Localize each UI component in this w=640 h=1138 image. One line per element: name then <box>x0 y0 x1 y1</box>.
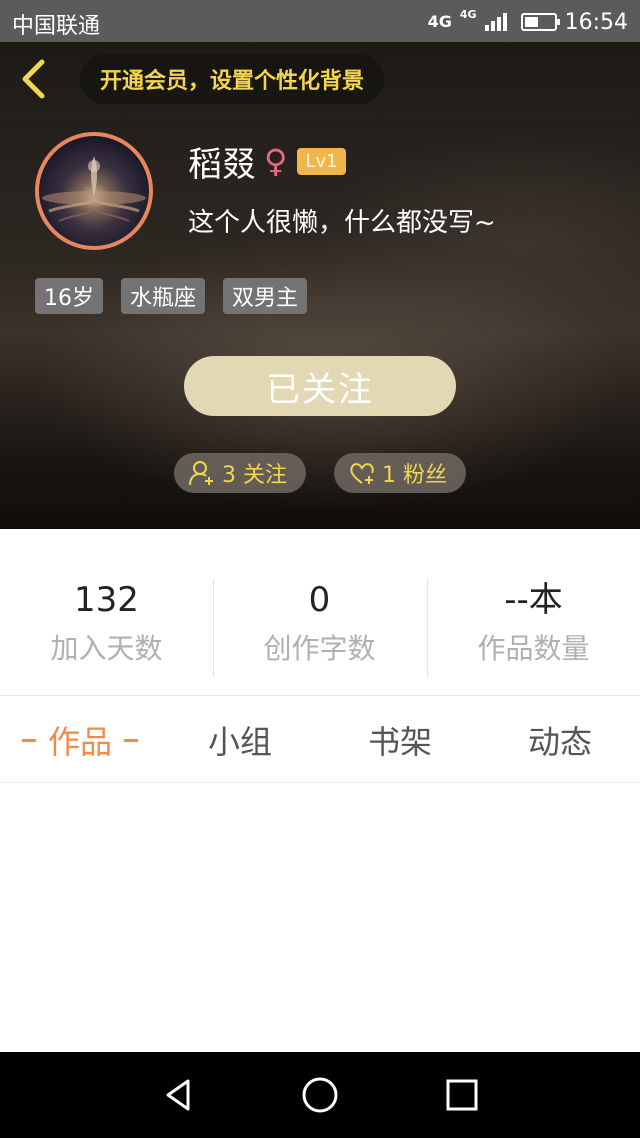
social-counts: 3 关注 1 粉丝 <box>0 453 640 493</box>
avatar[interactable] <box>35 132 153 250</box>
tab-label: 作品 <box>47 723 112 761</box>
following-count-text: 3 关注 <box>222 463 287 488</box>
profile-tabs: 作品 小组 书架 动态 <box>0 697 640 783</box>
active-tab-indicator <box>124 738 138 742</box>
clock: 16:54 <box>564 9 628 35</box>
back-triangle-icon <box>166 1079 190 1111</box>
female-gender-icon: ♀ <box>264 142 288 180</box>
vip-background-prompt[interactable]: 开通会员，设置个性化背景 <box>80 54 385 104</box>
tab-bookshelf[interactable]: 书架 <box>320 697 480 783</box>
status-indicators: 4G 4G 16:54 <box>428 7 628 37</box>
network-type: 4G <box>427 12 452 31</box>
battery-level <box>524 17 538 27</box>
active-tab-indicator <box>21 738 36 742</box>
carrier-name: 中国联通 <box>12 14 101 39</box>
system-nav-bar <box>0 1052 640 1138</box>
tag-age: 16岁 <box>35 278 103 314</box>
stat-label: 作品数量 <box>477 632 590 665</box>
nav-back-button[interactable] <box>158 1075 198 1115</box>
stat-words-written: 0 创作字数 <box>213 579 426 667</box>
nav-recents-button[interactable] <box>442 1075 482 1115</box>
user-add-icon <box>189 461 213 486</box>
tag-preference: 双男主 <box>223 278 308 314</box>
tab-content-area <box>0 784 640 1052</box>
stat-label: 创作字数 <box>263 632 376 665</box>
signal-icon <box>484 13 507 31</box>
status-bar: 中国联通 4G 4G 16:54 <box>0 0 640 42</box>
tab-label: 动态 <box>527 723 592 761</box>
tab-label: 小组 <box>207 723 272 761</box>
user-bio: 这个人很懒，什么都没写~ <box>188 208 496 238</box>
nav-home-button[interactable] <box>300 1075 340 1115</box>
tab-label: 书架 <box>367 723 432 761</box>
avatar-image <box>42 156 146 222</box>
follow-button[interactable]: 已关注 <box>184 356 456 416</box>
profile-header: 开通会员，设置个性化背景 稻叕 ♀ Lv1 这个人很懒，什么都没写~ 16岁 水… <box>0 42 640 529</box>
network-type-secondary: 4G <box>459 8 477 21</box>
user-name-row: 稻叕 ♀ Lv1 <box>188 138 346 185</box>
heart-add-icon <box>350 463 374 484</box>
user-tags: 16岁 水瓶座 双男主 <box>35 278 308 314</box>
stat-value: 0 <box>308 580 331 620</box>
tag-zodiac: 水瓶座 <box>121 278 206 314</box>
stat-value: --本 <box>504 580 563 620</box>
stat-label: 加入天数 <box>50 632 163 665</box>
fans-count-button[interactable]: 1 粉丝 <box>334 453 466 493</box>
tab-groups[interactable]: 小组 <box>160 697 320 783</box>
tab-works[interactable]: 作品 <box>0 697 160 783</box>
stat-value: 132 <box>74 580 139 620</box>
battery-icon <box>520 13 560 31</box>
level-badge: Lv1 <box>297 147 346 175</box>
tab-activity[interactable]: 动态 <box>480 697 640 783</box>
user-name: 稻叕 <box>188 144 256 185</box>
following-count-button[interactable]: 3 关注 <box>174 453 306 493</box>
recents-square-icon <box>446 1079 478 1111</box>
chevron-left-icon <box>22 59 45 99</box>
home-circle-icon <box>302 1077 338 1113</box>
fans-count-text: 1 粉丝 <box>382 463 447 488</box>
stat-works-count: --本 作品数量 <box>427 579 640 667</box>
back-button[interactable] <box>16 56 50 102</box>
stat-days-joined: 132 加入天数 <box>0 579 213 667</box>
profile-stats: 132 加入天数 0 创作字数 --本 作品数量 <box>0 529 640 696</box>
